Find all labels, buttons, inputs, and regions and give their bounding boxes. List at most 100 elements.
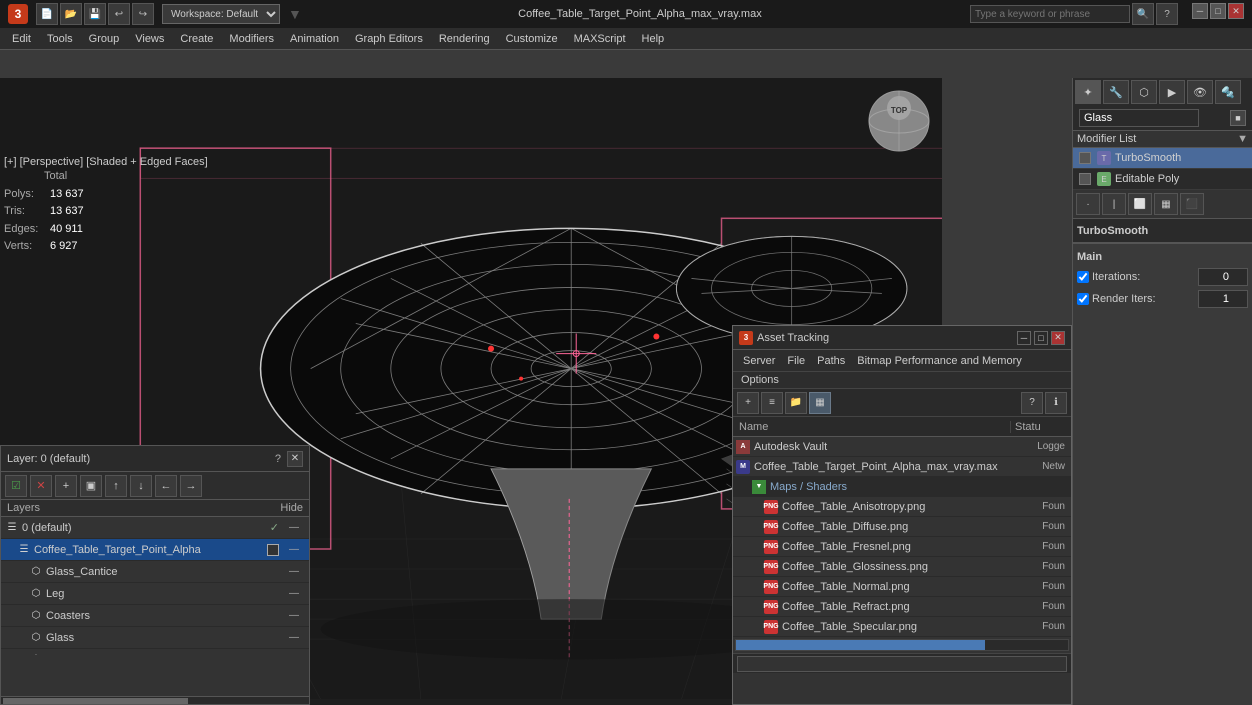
asset-close-btn[interactable]: ✕ [1051, 331, 1065, 345]
layers-scrollbar[interactable] [1, 696, 309, 704]
search-input[interactable] [970, 5, 1130, 23]
layer-move-left-btn[interactable]: ← [155, 475, 177, 497]
asset-menu-bitmap[interactable]: Bitmap Performance and Memory [851, 350, 1027, 372]
asset-row-diffuse[interactable]: PNG Coffee_Table_Diffuse.png Foun [733, 517, 1071, 537]
sub-poly-btn[interactable]: ▦ [1154, 193, 1178, 215]
menu-customize[interactable]: Customize [498, 28, 566, 50]
asset-row-specular[interactable]: PNG Coffee_Table_Specular.png Foun [733, 617, 1071, 637]
layer-item-glass-cantice[interactable]: ⬡ Glass_Cantice — [1, 561, 309, 583]
create-panel-btn[interactable]: ✦ [1075, 80, 1101, 104]
asset-menu-paths[interactable]: Paths [811, 350, 851, 372]
iterations-input[interactable] [1198, 268, 1248, 286]
asset-specular-icon: PNG [763, 619, 779, 635]
asset-row-refract[interactable]: PNG Coffee_Table_Refract.png Foun [733, 597, 1071, 617]
menu-create[interactable]: Create [172, 28, 221, 50]
asset-anisotropy-status: Foun [1009, 501, 1069, 512]
layer-item-coasters[interactable]: ⬡ Coasters — [1, 605, 309, 627]
asset-info-btn[interactable]: ℹ [1045, 392, 1067, 414]
asset-help-btn[interactable]: ? [1021, 392, 1043, 414]
asset-menu-options-item[interactable]: Options [741, 374, 779, 386]
asset-menu-file[interactable]: File [781, 350, 811, 372]
layer-move-right-btn[interactable]: → [180, 475, 202, 497]
save-btn[interactable]: 💾 [84, 3, 106, 25]
hierarchy-panel-btn[interactable]: ⬡ [1131, 80, 1157, 104]
asset-maxfile-name: Coffee_Table_Target_Point_Alpha_max_vray… [754, 461, 1009, 473]
asset-table-btn[interactable]: ▦ [809, 392, 831, 414]
iterations-checkbox[interactable] [1077, 271, 1089, 283]
navigation-sphere[interactable]: TOP [864, 86, 934, 156]
display-panel-btn[interactable]: 👁 [1187, 80, 1213, 104]
sub-edge-btn[interactable]: | [1102, 193, 1126, 215]
layers-toolbar: ☑ ✕ + ▣ ↑ ↓ ← → [1, 472, 309, 500]
asset-list-btn[interactable]: ≡ [761, 392, 783, 414]
new-btn[interactable]: 📄 [36, 3, 58, 25]
layer-item-leg[interactable]: ⬡ Leg — [1, 583, 309, 605]
modifier-editpoly[interactable]: E Editable Poly [1073, 169, 1252, 190]
layer-delete-btn[interactable]: ✕ [30, 475, 52, 497]
asset-row-maps[interactable]: ▼ Maps / Shaders [733, 477, 1071, 497]
layers-scrollbar-thumb[interactable] [3, 698, 188, 704]
asset-tracking-controls: ─ □ ✕ [1017, 331, 1065, 345]
asset-refract-icon: PNG [763, 599, 779, 615]
modify-panel-btn[interactable]: 🔧 [1103, 80, 1129, 104]
asset-row-anisotropy[interactable]: PNG Coffee_Table_Anisotropy.png Foun [733, 497, 1071, 517]
menu-group[interactable]: Group [81, 28, 128, 50]
layer-item-0[interactable]: ☰ 0 (default) ✓ — [1, 517, 309, 539]
menu-views[interactable]: Views [127, 28, 172, 50]
modifier-editpoly-checkbox[interactable] [1079, 173, 1091, 185]
asset-status-input[interactable] [737, 656, 1067, 672]
menu-graph-editors[interactable]: Graph Editors [347, 28, 431, 50]
layers-list[interactable]: ☰ 0 (default) ✓ — ☰ Coffee_Table_Target_… [1, 517, 309, 655]
redo-btn[interactable]: ↪ [132, 3, 154, 25]
asset-row-glossiness[interactable]: PNG Coffee_Table_Glossiness.png Foun [733, 557, 1071, 577]
render-iters-input[interactable] [1198, 290, 1248, 308]
close-btn[interactable]: ✕ [1228, 3, 1244, 19]
menu-tools[interactable]: Tools [39, 28, 81, 50]
minimize-btn[interactable]: ─ [1192, 3, 1208, 19]
motion-panel-btn[interactable]: ▶ [1159, 80, 1185, 104]
search-btn[interactable]: 🔍 [1132, 3, 1154, 25]
asset-minimize-btn[interactable]: ─ [1017, 331, 1031, 345]
asset-app-icon: 3 [739, 331, 753, 345]
maximize-btn[interactable]: □ [1210, 3, 1226, 19]
asset-maximize-btn[interactable]: □ [1034, 331, 1048, 345]
undo-btn[interactable]: ↩ [108, 3, 130, 25]
asset-row-fresnel[interactable]: PNG Coffee_Table_Fresnel.png Foun [733, 537, 1071, 557]
menu-edit[interactable]: Edit [4, 28, 39, 50]
color-swatch[interactable]: ■ [1230, 110, 1246, 126]
layer-select-btn[interactable]: ▣ [80, 475, 102, 497]
modifier-turbosmooth-checkbox[interactable] [1079, 152, 1091, 164]
window-title: Coffee_Table_Target_Point_Alpha_max_vray… [518, 8, 762, 20]
sub-vertex-btn[interactable]: · [1076, 193, 1100, 215]
menu-help[interactable]: Help [634, 28, 673, 50]
help-btn[interactable]: ? [1156, 3, 1178, 25]
workspace-selector[interactable]: Workspace: Default [162, 4, 280, 24]
utilities-panel-btn[interactable]: 🔩 [1215, 80, 1241, 104]
sub-element-btn[interactable]: ⬛ [1180, 193, 1204, 215]
open-btn[interactable]: 📂 [60, 3, 82, 25]
asset-row-normal[interactable]: PNG Coffee_Table_Normal.png Foun [733, 577, 1071, 597]
layer-move-up-btn[interactable]: ↑ [105, 475, 127, 497]
modifier-turbosmooth[interactable]: T TurboSmooth [1073, 148, 1252, 169]
asset-specular-name: Coffee_Table_Specular.png [782, 621, 1009, 633]
asset-menu-server[interactable]: Server [737, 350, 781, 372]
layer-move-down-btn[interactable]: ↓ [130, 475, 152, 497]
menu-maxscript[interactable]: MAXScript [566, 28, 634, 50]
menu-animation[interactable]: Animation [282, 28, 347, 50]
asset-list[interactable]: A Autodesk Vault Logge M Coffee_Table_Ta… [733, 437, 1071, 637]
layers-close-btn[interactable]: ✕ [287, 451, 303, 467]
layer-item-coffee-table-child[interactable]: ⬡ Coffee_Table_Target_Point_Alpha — [1, 649, 309, 655]
asset-row-maxfile[interactable]: M Coffee_Table_Target_Point_Alpha_max_vr… [733, 457, 1071, 477]
asset-row-autodesk[interactable]: A Autodesk Vault Logge [733, 437, 1071, 457]
layer-item-coffee-table[interactable]: ☰ Coffee_Table_Target_Point_Alpha — [1, 539, 309, 561]
asset-add-btn[interactable]: + [737, 392, 759, 414]
layer-item-glass[interactable]: ⬡ Glass — [1, 627, 309, 649]
menu-rendering[interactable]: Rendering [431, 28, 498, 50]
menu-modifiers[interactable]: Modifiers [221, 28, 282, 50]
layer-add-btn[interactable]: + [55, 475, 77, 497]
object-name-input[interactable] [1079, 109, 1199, 127]
asset-folder-btn[interactable]: 📁 [785, 392, 807, 414]
render-iters-checkbox[interactable] [1077, 293, 1089, 305]
layer-active-btn[interactable]: ☑ [5, 475, 27, 497]
sub-border-btn[interactable]: ⬜ [1128, 193, 1152, 215]
